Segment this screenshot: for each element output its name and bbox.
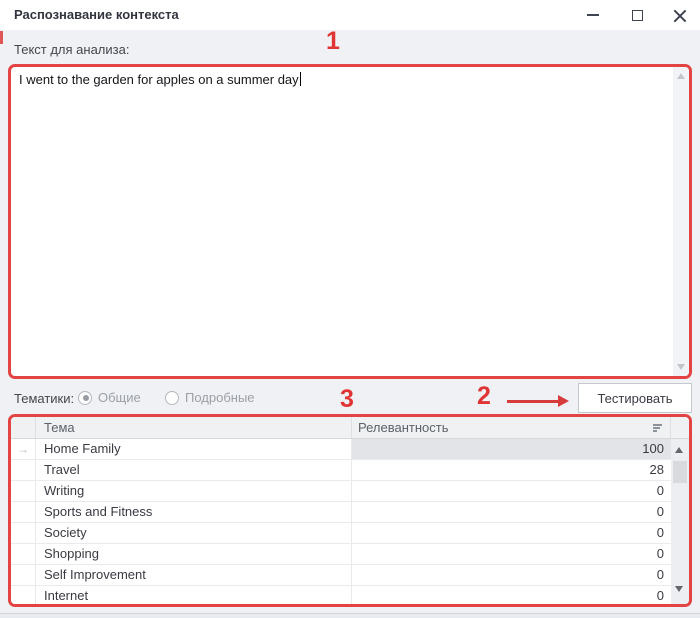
table-scroll-thumb[interactable]: [673, 461, 687, 483]
table-row[interactable]: Internet 0: [11, 586, 671, 607]
analysis-textarea[interactable]: I went to the garden for apples on a sum…: [8, 64, 692, 379]
topic-cell[interactable]: Travel: [36, 460, 352, 480]
topic-cell[interactable]: Home Family: [36, 439, 352, 459]
annotation-arrow-icon: [507, 395, 569, 407]
table-body: → Home Family 100 Travel 28 Writing 0 Sp…: [11, 439, 671, 604]
relevance-cell[interactable]: 0: [352, 502, 671, 522]
topic-cell[interactable]: Shopping: [36, 544, 352, 564]
row-indicator-cell: →: [11, 439, 36, 459]
current-row-arrow-icon: →: [17, 443, 29, 455]
column-header-topic[interactable]: Тема: [36, 417, 352, 438]
test-button[interactable]: Тестировать: [578, 383, 692, 413]
analysis-text-value: I went to the garden for apples on a sum…: [19, 72, 299, 87]
annotation-number-3: 3: [340, 387, 354, 412]
row-indicator-cell: [11, 586, 36, 606]
radio-option-general[interactable]: Общие: [78, 390, 141, 405]
scroll-down-icon[interactable]: [677, 364, 685, 370]
table-row[interactable]: Writing 0: [11, 481, 671, 502]
table-row[interactable]: Travel 28: [11, 460, 671, 481]
table-scrollbar[interactable]: [671, 439, 689, 604]
table-row[interactable]: Sports and Fitness 0: [11, 502, 671, 523]
annotation-artifact: [0, 31, 3, 44]
maximize-icon: [632, 10, 643, 21]
radio-selected-icon[interactable]: [78, 391, 92, 405]
table-scroll-down-icon[interactable]: [675, 586, 683, 592]
annotation-arrow-head: [558, 395, 569, 407]
topic-cell[interactable]: Sports and Fitness: [36, 502, 352, 522]
app-window: Распознавание контекста Текст для анализ…: [0, 0, 700, 618]
text-caret: [300, 72, 301, 86]
table-row[interactable]: Self Improvement 0: [11, 565, 671, 586]
annotation-number-2: 2: [477, 384, 491, 409]
row-indicator-header: [11, 417, 36, 438]
radio-detailed-label: Подробные: [185, 390, 255, 405]
relevance-cell[interactable]: 0: [352, 481, 671, 501]
topics-label: Тематики:: [14, 391, 74, 406]
relevance-cell[interactable]: 0: [352, 523, 671, 543]
row-indicator-cell: [11, 565, 36, 585]
table-scroll-up-icon[interactable]: [675, 447, 683, 453]
column-header-relevance[interactable]: Релевантность: [352, 417, 671, 438]
radio-unselected-icon[interactable]: [165, 391, 179, 405]
scrollbar-header-spacer: [671, 417, 689, 438]
close-icon: [673, 9, 686, 22]
relevance-cell[interactable]: 0: [352, 565, 671, 585]
results-table: Тема Релевантность → Home Family 100 Tra…: [8, 414, 692, 607]
column-header-relevance-label: Релевантность: [358, 420, 448, 435]
radio-option-detailed[interactable]: Подробные: [165, 390, 255, 405]
close-button[interactable]: [662, 0, 696, 30]
topic-cell[interactable]: Internet: [36, 586, 352, 606]
row-indicator-cell: [11, 523, 36, 543]
analysis-text: I went to the garden for apples on a sum…: [19, 72, 301, 87]
row-indicator-cell: [11, 460, 36, 480]
topic-cell[interactable]: Writing: [36, 481, 352, 501]
radio-general-label: Общие: [98, 390, 141, 405]
table-header: Тема Релевантность: [11, 417, 689, 439]
title-bar: Распознавание контекста: [0, 0, 700, 30]
relevance-cell[interactable]: 0: [352, 544, 671, 564]
row-indicator-cell: [11, 544, 36, 564]
row-indicator-cell: [11, 481, 36, 501]
relevance-cell[interactable]: 0: [352, 586, 671, 606]
table-row[interactable]: Society 0: [11, 523, 671, 544]
annotation-number-1: 1: [326, 29, 340, 54]
topic-cell[interactable]: Self Improvement: [36, 565, 352, 585]
scroll-up-icon[interactable]: [677, 73, 685, 79]
topic-cell[interactable]: Society: [36, 523, 352, 543]
table-row[interactable]: Shopping 0: [11, 544, 671, 565]
analysis-label: Текст для анализа:: [14, 42, 129, 57]
textarea-scrollbar[interactable]: [673, 67, 689, 376]
minimize-button[interactable]: [576, 0, 610, 30]
window-title: Распознавание контекста: [14, 7, 179, 22]
row-indicator-cell: [11, 502, 36, 522]
annotation-arrow-line: [507, 400, 558, 403]
relevance-cell[interactable]: 100: [352, 439, 671, 459]
sort-menu-icon[interactable]: [653, 424, 662, 433]
minimize-icon: [587, 14, 599, 16]
table-row[interactable]: → Home Family 100: [11, 439, 671, 460]
window-bottom-edge: [0, 613, 700, 618]
relevance-cell[interactable]: 28: [352, 460, 671, 480]
maximize-button[interactable]: [620, 0, 654, 30]
